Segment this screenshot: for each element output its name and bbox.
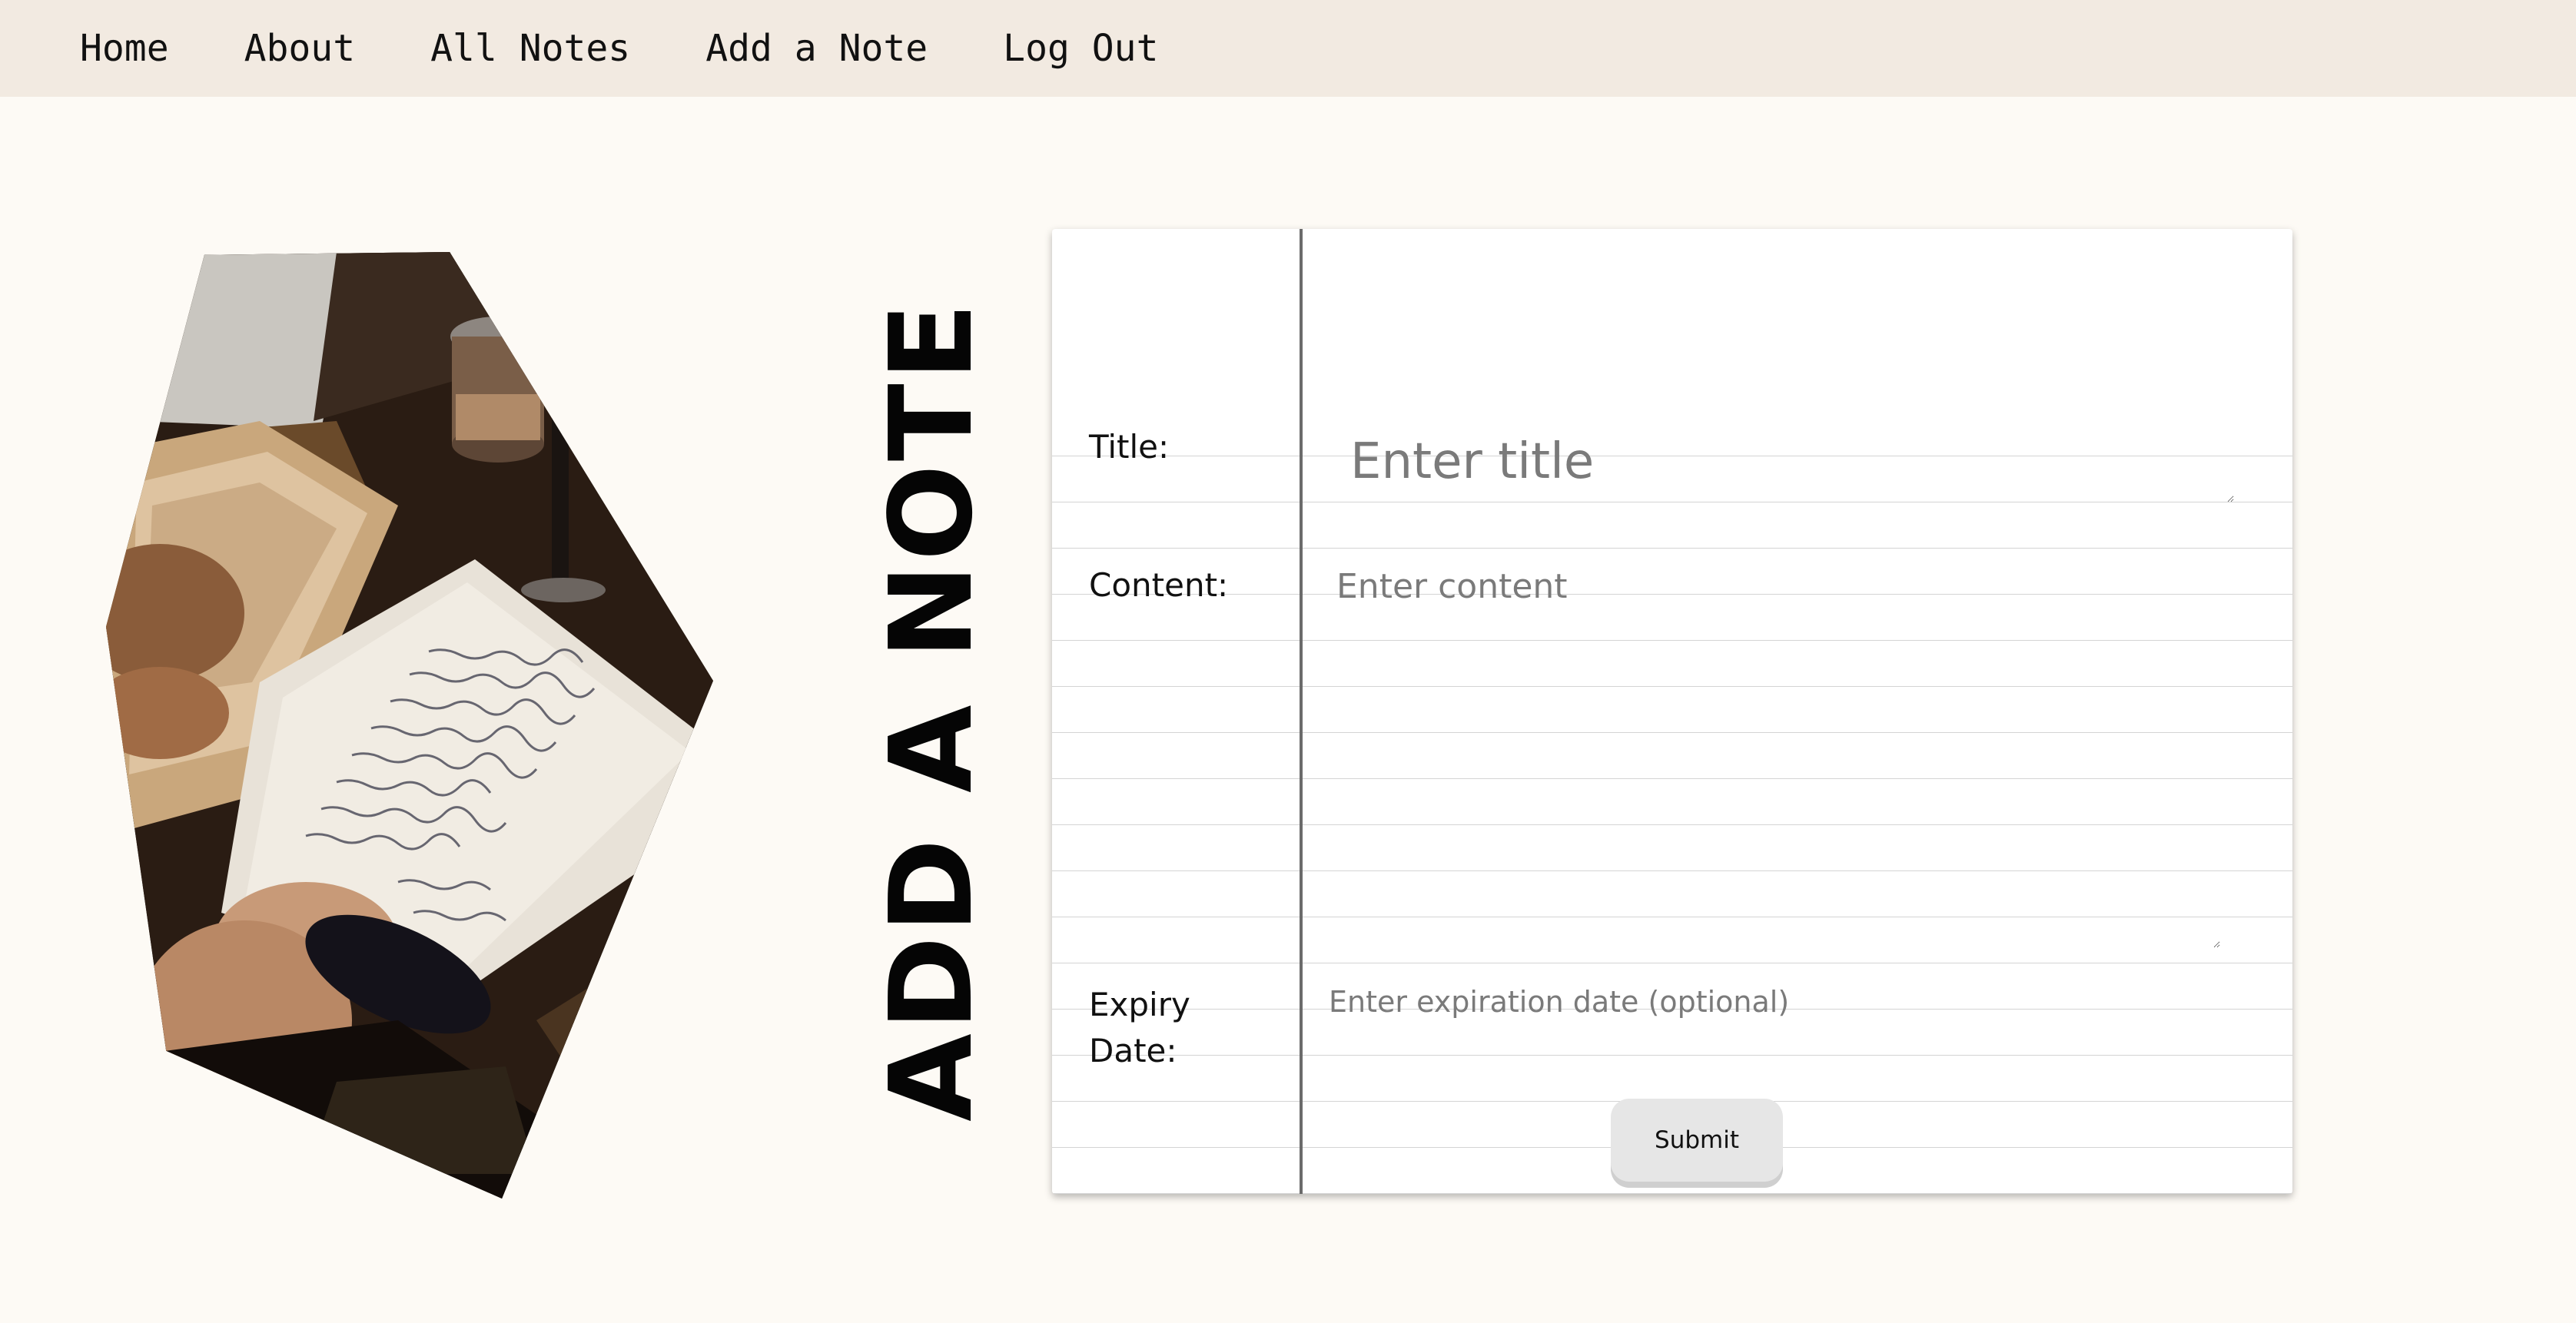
notebook-margin-line xyxy=(1300,229,1303,1194)
title-input[interactable] xyxy=(1350,433,2234,502)
title-label: Title: xyxy=(1089,428,1170,466)
nav-link-about[interactable]: About xyxy=(244,27,356,70)
content-label: Content: xyxy=(1089,566,1229,604)
nav-link-all-notes[interactable]: All Notes xyxy=(430,27,630,70)
nav-link-add-note[interactable]: Add a Note xyxy=(705,27,928,70)
expiry-date-input[interactable] xyxy=(1329,979,2020,1025)
expiry-label-line2: Date: xyxy=(1089,1032,1177,1069)
content-textarea[interactable] xyxy=(1336,564,2220,948)
add-note-form: Title: Content: Expiry Date: Submit xyxy=(1052,229,2292,1194)
top-navigation: Home About All Notes Add a Note Log Out xyxy=(0,0,2576,97)
nav-link-log-out[interactable]: Log Out xyxy=(1003,27,1158,70)
photo-illustration xyxy=(106,252,713,1199)
nav-link-home[interactable]: Home xyxy=(80,27,169,70)
page-title-add-a-note: ADD A NOTE xyxy=(865,300,998,1122)
expiry-label-line1: Expiry xyxy=(1089,986,1190,1023)
hero-photo-writing-journal xyxy=(106,252,713,1199)
submit-button[interactable]: Submit xyxy=(1611,1099,1783,1182)
expiry-date-label: Expiry Date: xyxy=(1089,982,1190,1074)
